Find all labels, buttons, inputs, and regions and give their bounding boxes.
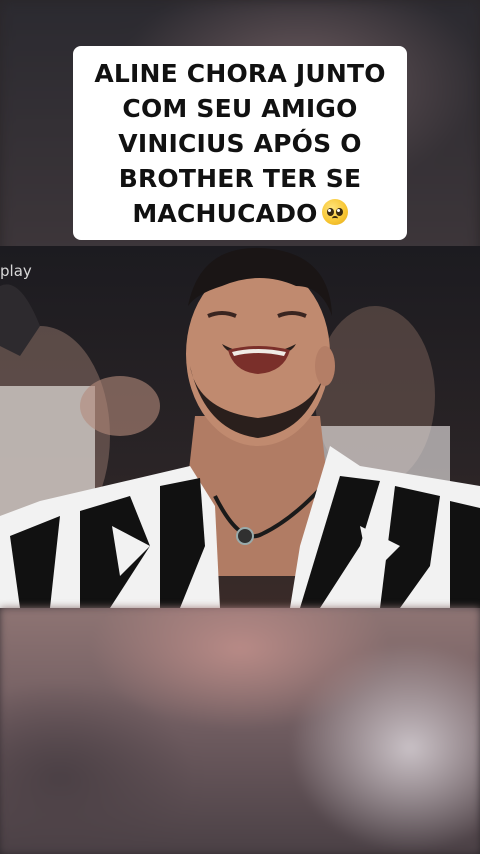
ear	[315, 346, 335, 386]
video-frame[interactable]: play	[0, 246, 480, 608]
background-arm	[80, 376, 160, 436]
caption-line-2: COM SEU AMIGO	[122, 93, 358, 123]
watermark-label: play	[0, 262, 32, 280]
pleading-face-icon	[321, 198, 348, 225]
caption-box: ALINE CHORA JUNTO COM SEU AMIGO VINICIUS…	[73, 46, 407, 240]
caption-line-5: MACHUCADO	[132, 198, 318, 228]
caption-line-4: BROTHER TER SE	[118, 163, 362, 193]
bottom-blurred-area	[0, 608, 480, 854]
caption-text: ALINE CHORA JUNTO COM SEU AMIGO VINICIUS…	[94, 56, 385, 231]
necklace-pendant	[236, 527, 254, 545]
caption-line-1: ALINE CHORA JUNTO	[94, 58, 386, 88]
caption-line-3: VINICIUS APÓS O	[118, 128, 362, 158]
video-scene	[0, 247, 480, 608]
